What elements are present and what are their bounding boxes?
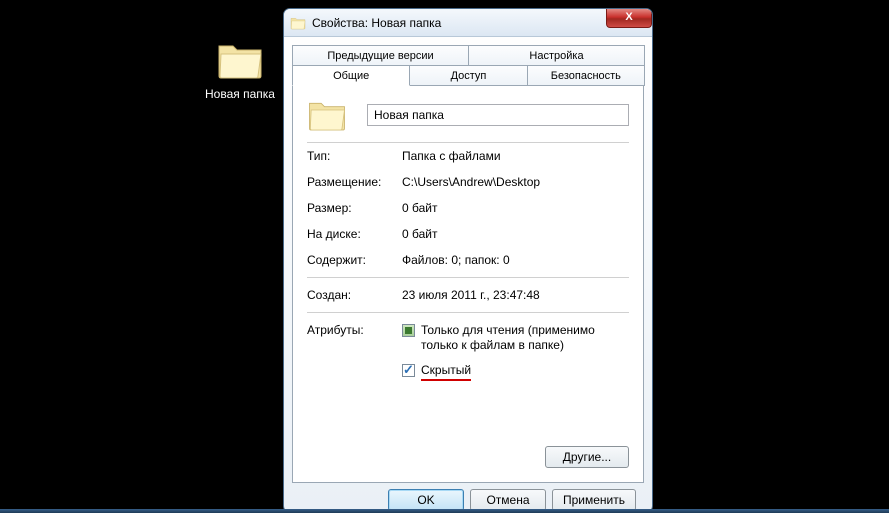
desktop-folder[interactable]: Новая папка	[200, 40, 280, 101]
divider	[307, 312, 629, 313]
label-location: Размещение:	[307, 175, 402, 189]
label-contains: Содержит:	[307, 253, 402, 267]
desktop-folder-label: Новая папка	[200, 87, 280, 101]
tab-panel-general: Тип: Папка с файлами Размещение: C:\User…	[292, 85, 644, 483]
apply-button[interactable]: Применить	[552, 489, 636, 511]
label-attributes: Атрибуты:	[307, 323, 402, 391]
label-size: Размер:	[307, 201, 402, 215]
value-size: 0 байт	[402, 201, 629, 215]
value-location: C:\Users\Andrew\Desktop	[402, 175, 629, 189]
value-type: Папка с файлами	[402, 149, 629, 163]
tab-settings[interactable]: Настройка	[468, 45, 645, 66]
titlebar-folder-icon	[290, 16, 306, 30]
panel-folder-icon	[307, 98, 347, 132]
tab-prev-versions[interactable]: Предыдущие версии	[292, 45, 469, 66]
cancel-button[interactable]: Отмена	[470, 489, 546, 511]
tab-general[interactable]: Общие	[292, 65, 410, 86]
checkbox-readonly[interactable]	[402, 324, 415, 337]
checkbox-hidden[interactable]	[402, 364, 415, 377]
label-created: Создан:	[307, 288, 402, 302]
divider	[307, 277, 629, 278]
checkbox-readonly-label: Только для чтения (применимо только к фа…	[421, 323, 629, 353]
value-ondisk: 0 байт	[402, 227, 629, 241]
titlebar[interactable]: Свойства: Новая папка X	[284, 9, 652, 37]
ok-button[interactable]: OK	[388, 489, 464, 511]
label-ondisk: На диске:	[307, 227, 402, 241]
checkbox-hidden-label: Скрытый	[421, 363, 469, 381]
tab-access[interactable]: Доступ	[409, 65, 527, 86]
value-created: 23 июля 2011 г., 23:47:48	[402, 288, 629, 302]
folder-icon	[216, 40, 264, 80]
close-button[interactable]: X	[606, 9, 652, 28]
other-button[interactable]: Другие...	[545, 446, 629, 468]
tab-security[interactable]: Безопасность	[527, 65, 645, 86]
label-type: Тип:	[307, 149, 402, 163]
taskbar	[0, 509, 889, 513]
folder-name-input[interactable]	[367, 104, 629, 126]
window-title: Свойства: Новая папка	[312, 16, 441, 30]
properties-window: Свойства: Новая папка X Предыдущие верси…	[283, 8, 653, 513]
value-contains: Файлов: 0; папок: 0	[402, 253, 629, 267]
